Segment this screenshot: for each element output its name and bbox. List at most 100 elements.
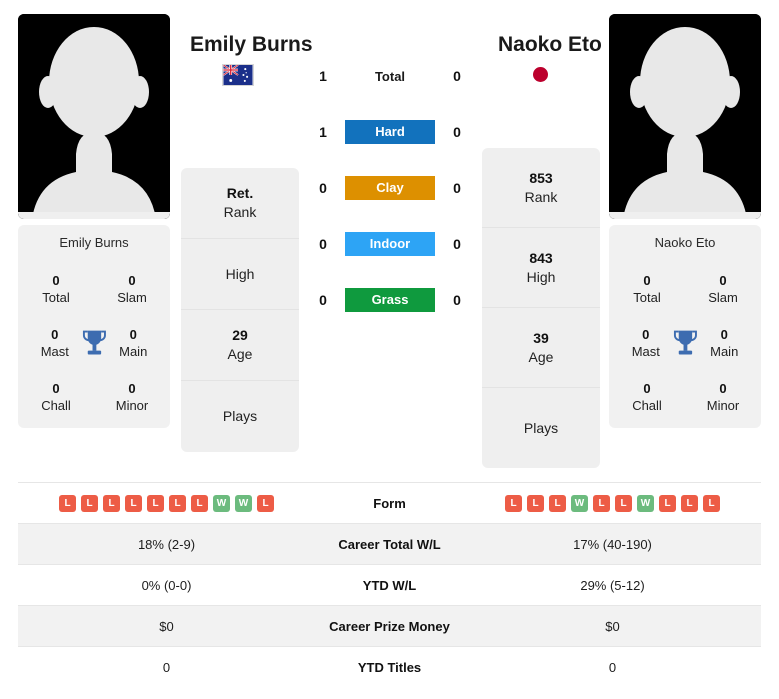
form-badge-loss[interactable]: L — [147, 494, 164, 512]
person-silhouette-icon — [609, 14, 761, 219]
form-badge-loss[interactable]: L — [169, 494, 186, 512]
form-badge-win[interactable]: W — [213, 494, 230, 512]
form-badge-loss[interactable]: L — [257, 494, 274, 512]
rank-cell-plays: Plays — [181, 381, 299, 452]
title-stat-main: 0 Main — [697, 326, 751, 360]
title-value: 0 — [129, 327, 137, 342]
rank-cell-rank: Ret. Rank — [181, 168, 299, 239]
title-value: 0 — [642, 327, 650, 342]
stat-value-left: $0 — [159, 618, 174, 634]
trophy-icon — [673, 330, 697, 355]
rank-label: Age — [528, 348, 554, 365]
row-label: Career Total W/L — [338, 536, 441, 552]
stat-value-left: 0% (0-0) — [141, 577, 192, 593]
rank-value: 39 — [533, 329, 549, 346]
titles-row: 0 Total 0 Slam — [28, 272, 160, 306]
title-label: Slam — [708, 290, 738, 305]
flag-left-player — [222, 64, 254, 86]
person-silhouette-icon — [18, 14, 170, 219]
h2h-row-clay: 0 Clay 0 — [310, 174, 470, 202]
title-label: Mast — [40, 344, 69, 359]
surface-badge-grass[interactable]: Grass — [345, 288, 435, 312]
title-stat-total: 0 Total — [28, 272, 84, 306]
row-label: Career Prize Money — [329, 618, 450, 634]
title-label: Total — [633, 290, 661, 305]
form-badge-loss[interactable]: L — [527, 494, 544, 512]
rank-cell-high: 843 High — [482, 228, 600, 308]
rank-cell-age: 39 Age — [482, 308, 600, 388]
title-stat-total: 0 Total — [619, 272, 675, 306]
player-name-left: Emily Burns — [190, 33, 313, 56]
rank-card-right-player: 853 Rank 843 High 39 Age Plays — [482, 148, 600, 468]
rank-value: 843 — [529, 249, 553, 266]
title-label: Minor — [115, 398, 149, 413]
title-value: 0 — [719, 381, 727, 396]
rank-value: 853 — [529, 169, 553, 186]
form-badge-win[interactable]: W — [637, 494, 654, 512]
form-strip-right: LLLWLLWLLL — [464, 494, 761, 512]
rank-cell-plays: Plays — [482, 388, 600, 468]
form-badge-loss[interactable]: L — [125, 494, 142, 512]
rank-label: High — [526, 268, 556, 285]
form-badge-loss[interactable]: L — [549, 494, 566, 512]
title-value: 0 — [51, 327, 59, 342]
form-badge-win[interactable]: W — [235, 494, 252, 512]
player-name-right: Naoko Eto — [498, 33, 602, 56]
avatar-right-player — [609, 14, 761, 219]
h2h-left-score: 0 — [319, 292, 327, 308]
form-badge-loss[interactable]: L — [103, 494, 120, 512]
flag-japan-icon — [533, 67, 548, 82]
h2h-right-score: 0 — [453, 68, 461, 84]
surface-badge-clay[interactable]: Clay — [345, 176, 435, 200]
surface-badge-indoor[interactable]: Indoor — [345, 232, 435, 256]
h2h-right-score: 0 — [453, 292, 461, 308]
form-badge-loss[interactable]: L — [593, 494, 610, 512]
titles-row: 0 Chall 0 Minor — [28, 380, 160, 414]
row-label: YTD Titles — [357, 659, 422, 675]
form-badge-loss[interactable]: L — [59, 494, 76, 512]
titles-card-title: Naoko Eto — [654, 235, 716, 250]
rank-label: Plays — [222, 408, 258, 424]
title-label: Chall — [632, 398, 662, 413]
rank-label: Rank — [223, 204, 257, 220]
form-badge-loss[interactable]: L — [703, 494, 720, 512]
player-comparison-page: Emily Burns Naoko Eto 1 Total 0 1 Hard 0… — [0, 0, 779, 699]
title-stat-mast: 0 Mast — [28, 326, 82, 360]
titles-card-title: Emily Burns — [59, 235, 129, 250]
h2h-row-hard: 1 Hard 0 — [310, 118, 470, 146]
title-label: Main — [119, 344, 148, 359]
stat-value-right: 0 — [608, 659, 617, 675]
stat-value-left: 18% (2-9) — [137, 536, 196, 552]
rank-label: Rank — [524, 188, 558, 205]
title-label: Chall — [41, 398, 71, 413]
h2h-right-score: 0 — [453, 180, 461, 196]
form-badge-loss[interactable]: L — [505, 494, 522, 512]
rank-value: Ret. — [226, 185, 254, 201]
row-label: Form — [373, 495, 406, 511]
form-badge-loss[interactable]: L — [615, 494, 632, 512]
form-cell-right: LLLWLLWLLL — [464, 483, 761, 524]
titles-card-right-player: Naoko Eto 0 Total 0 Slam 0 Mast 0 Main 0… — [609, 225, 761, 428]
titles-row: 0 Mast 0 Main — [28, 326, 160, 360]
rank-value: 29 — [232, 327, 248, 343]
title-label: Mast — [631, 344, 660, 359]
title-label: Slam — [117, 290, 147, 305]
rank-label: Plays — [523, 419, 559, 436]
title-stat-main: 0 Main — [106, 326, 160, 360]
title-value: 0 — [52, 381, 60, 396]
table-row-career-total-wl: 18% (2-9) Career Total W/L 17% (40-190) — [18, 523, 761, 565]
stat-value-right: $0 — [605, 618, 620, 634]
form-badge-loss[interactable]: L — [681, 494, 698, 512]
form-badge-loss[interactable]: L — [191, 494, 208, 512]
surface-badge-hard[interactable]: Hard — [345, 120, 435, 144]
form-badge-loss[interactable]: L — [659, 494, 676, 512]
h2h-left-score: 1 — [319, 68, 327, 84]
form-badge-loss[interactable]: L — [81, 494, 98, 512]
form-badge-win[interactable]: W — [571, 494, 588, 512]
stat-value-right: 17% (40-190) — [573, 536, 652, 552]
title-stat-minor: 0 Minor — [695, 380, 751, 414]
title-value: 0 — [643, 381, 651, 396]
title-value: 0 — [720, 327, 728, 342]
titles-card-left-player: Emily Burns 0 Total 0 Slam 0 Mast 0 Main… — [18, 225, 170, 428]
titles-grid: 0 Total 0 Slam 0 Mast 0 Main 0 Chall 0 M… — [18, 272, 170, 414]
